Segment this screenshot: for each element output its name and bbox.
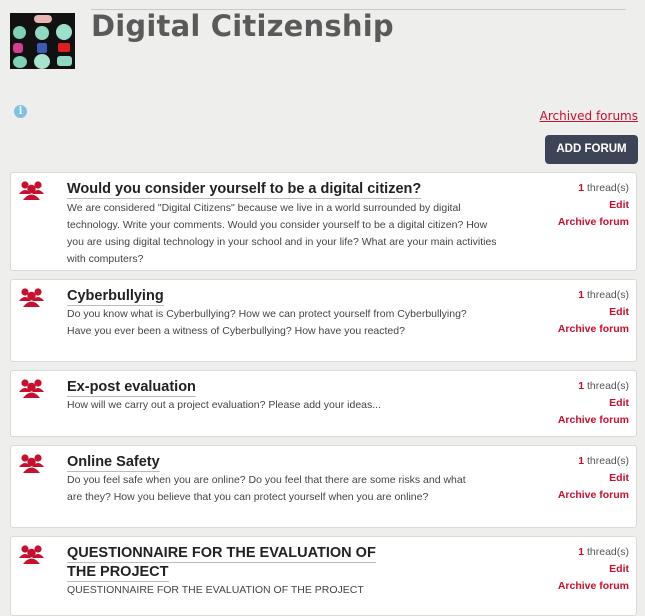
thread-count-number: 1 [578,182,585,194]
thread-count: 1 thread(s) [578,546,629,558]
thread-count: 1 thread(s) [578,182,629,194]
thread-count: 1 thread(s) [578,289,629,301]
forum-title-text[interactable]: Cyberbullying [67,288,164,306]
forum-description: Do you know what is Cyberbullying? How w… [67,308,467,337]
thread-count-label: thread(s) [586,546,629,558]
forum-title[interactable]: Would you consider yourself to be a digi… [67,180,447,199]
forum-title[interactable]: QUESTIONNAIRE FOR THE EVALUATION OF THE … [67,544,397,582]
edit-forum-link[interactable]: Edit [609,306,629,318]
forum-title[interactable]: Online Safety [67,453,447,472]
edit-forum-link[interactable]: Edit [609,397,629,409]
thread-count-number: 1 [578,289,585,301]
forum-description: Do you feel safe when you are online? Do… [67,474,466,503]
archive-forum-link[interactable]: Archive forum [558,216,629,228]
add-forum-button[interactable]: ADD FORUM [545,135,638,164]
logo-shape [37,43,47,53]
forum-title-text[interactable]: Online Safety [67,454,160,472]
forum-card: Would you consider yourself to be a digi… [10,172,637,271]
users-group-icon [19,545,44,564]
thread-count-label: thread(s) [586,380,629,392]
forum-card: Ex-post evaluation How will we carry out… [10,370,637,437]
forum-card: QUESTIONNAIRE FOR THE EVALUATION OF THE … [10,536,637,616]
logo-shape [13,26,26,39]
edit-forum-link[interactable]: Edit [609,563,629,575]
archive-forum-link[interactable]: Archive forum [558,580,629,592]
archived-forums-link[interactable]: Archived forums [540,109,638,123]
users-group-icon [19,181,44,200]
users-group-icon [19,288,44,307]
thread-count-number: 1 [578,455,585,467]
users-group-icon [19,379,44,398]
thread-count: 1 thread(s) [578,455,629,467]
thread-count-number: 1 [578,380,585,392]
forum-title[interactable]: Ex-post evaluation [67,378,447,397]
logo-shape [58,43,70,52]
thread-count-label: thread(s) [586,455,629,467]
logo-shape [35,26,49,40]
logo-shape [56,24,72,40]
thread-count: 1 thread(s) [578,380,629,392]
forum-title[interactable]: Cyberbullying [67,287,447,306]
thread-count-number: 1 [578,546,585,558]
forum-description: We are considered "Digital Citizens" bec… [67,202,497,265]
info-icon[interactable]: i [14,105,27,118]
thread-count-label: thread(s) [586,289,629,301]
thread-count-label: thread(s) [586,182,629,194]
logo-shape [34,15,52,23]
archive-forum-link[interactable]: Archive forum [558,489,629,501]
project-logo [10,13,75,69]
edit-forum-link[interactable]: Edit [609,472,629,484]
archive-forum-link[interactable]: Archive forum [558,323,629,335]
forum-title-text[interactable]: Ex-post evaluation [67,379,196,397]
logo-shape [13,43,23,53]
edit-forum-link[interactable]: Edit [609,199,629,211]
forum-title-text[interactable]: QUESTIONNAIRE FOR THE EVALUATION OF THE … [67,545,376,582]
forum-card: Online Safety Do you feel safe when you … [10,445,637,528]
forum-description: How will we carry out a project evaluati… [67,399,381,411]
users-group-icon [19,454,44,473]
logo-shape [13,56,27,68]
forum-description: QUESTIONNAIRE FOR THE EVALUATION OF THE … [67,584,364,596]
page-title: Digital Citizenship [91,9,394,43]
archive-forum-link[interactable]: Archive forum [558,414,629,426]
forum-card: Cyberbullying Do you know what is Cyberb… [10,279,637,362]
forum-title-text[interactable]: Would you consider yourself to be a digi… [67,181,422,199]
logo-shape [34,54,50,69]
logo-shape [57,56,72,66]
